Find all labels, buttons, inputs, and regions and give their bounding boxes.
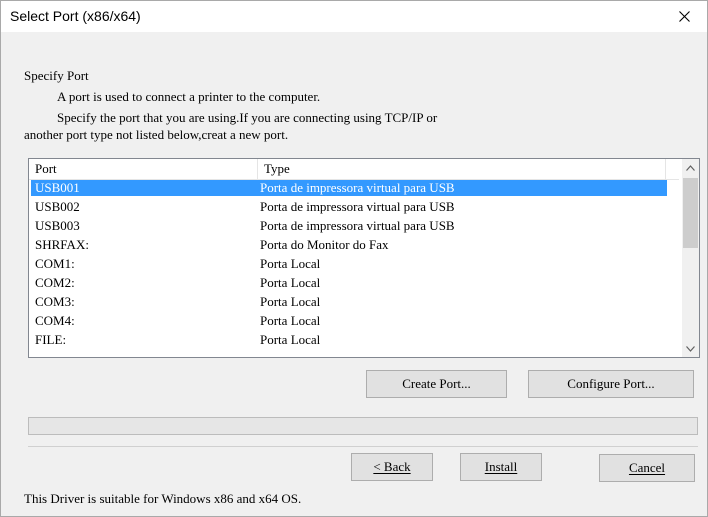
intro-line-2: Specify the port that you are using.If y… [57,110,438,125]
scroll-thumb[interactable] [683,178,698,248]
port-type: Porta Local [260,332,321,347]
port-name: COM3: [35,294,75,309]
port-row[interactable]: COM1: Porta Local [31,256,667,272]
column-header-port[interactable]: Port [29,159,258,179]
port-row[interactable]: USB002 Porta de impressora virtual para U… [31,199,667,215]
port-row[interactable]: COM2: Porta Local [31,275,667,291]
port-type: Porta de impressora virtual para USB [260,180,455,195]
port-type: Porta Local [260,275,321,290]
cancel-button[interactable]: Cancel [599,454,695,482]
port-row[interactable]: SHRFAX: Porta do Monitor do Fax [31,237,667,253]
port-row[interactable]: COM3: Porta Local [31,294,667,310]
scroll-up-button[interactable] [682,159,699,176]
port-list-scrollbar[interactable] [682,159,699,357]
back-button-label: < Back [373,459,411,474]
window-title: Select Port (x86/x64) [10,8,141,24]
intro-line-3: another port type not listed below,creat… [24,127,289,142]
port-list-header: Port Type [29,159,679,180]
port-name: SHRFAX: [35,237,89,252]
port-type: Porta Local [260,313,321,328]
install-button[interactable]: Install [460,453,542,481]
port-name: COM2: [35,275,75,290]
close-icon [678,11,690,22]
scroll-up-icon [686,164,695,171]
column-header-type[interactable]: Type [258,159,666,179]
port-name: USB002 [35,199,80,214]
divider [28,446,698,447]
port-type: Porta Local [260,256,321,271]
port-type: Porta de impressora virtual para USB [260,199,455,214]
port-name: COM4: [35,313,75,328]
create-port-button[interactable]: Create Port... [366,370,507,398]
close-button[interactable] [661,1,707,32]
cancel-button-label: Cancel [628,460,666,475]
port-name: USB001 [35,180,80,195]
back-button[interactable]: < Back [351,453,433,481]
port-row[interactable]: COM4: Porta Local [31,313,667,329]
scroll-down-icon [686,345,695,352]
driver-note: This Driver is suitable for Windows x86 … [24,491,302,506]
select-port-dialog: Select Port (x86/x64) Specify Port A por… [0,0,708,517]
port-name: USB003 [35,218,80,233]
title-bar[interactable]: Select Port (x86/x64) [1,1,707,32]
intro-line-1: A port is used to connect a printer to t… [57,89,321,104]
specify-port-heading: Specify Port [24,68,89,83]
progress-bar [28,417,698,435]
port-row[interactable]: USB001 Porta de impressora virtual para U… [31,180,667,196]
port-row[interactable]: FILE: Porta Local [31,332,667,348]
port-type: Porta Local [260,294,321,309]
port-type: Porta de impressora virtual para USB [260,218,455,233]
port-row[interactable]: USB003 Porta de impressora virtual para U… [31,218,667,234]
port-list[interactable]: Port Type USB001 Porta de impressora virt… [28,158,700,358]
port-name: FILE: [35,332,67,347]
configure-port-button[interactable]: Configure Port... [528,370,694,398]
port-type: Porta do Monitor do Fax [260,237,389,252]
port-name: COM1: [35,256,75,271]
install-button-label: Install [484,459,518,474]
scroll-down-button[interactable] [682,340,699,357]
